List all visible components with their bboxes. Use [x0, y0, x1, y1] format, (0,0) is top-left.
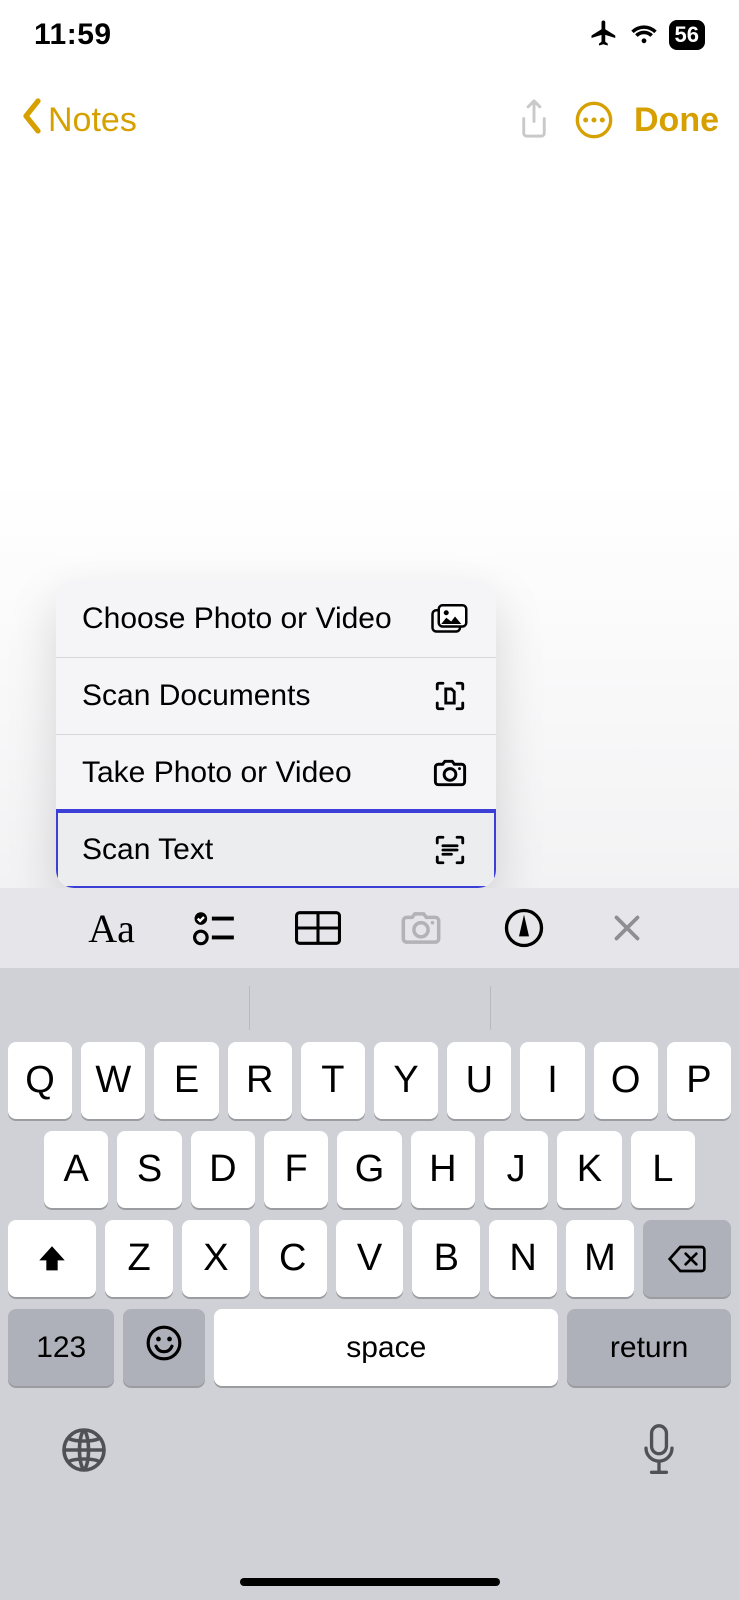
key-u[interactable]: U	[447, 1042, 511, 1119]
done-button[interactable]: Done	[634, 101, 719, 140]
home-indicator[interactable]	[240, 1578, 500, 1586]
key-t[interactable]: T	[301, 1042, 365, 1119]
key-v[interactable]: V	[336, 1220, 404, 1297]
globe-icon	[60, 1426, 108, 1474]
key-n[interactable]: N	[489, 1220, 557, 1297]
nav-bar: Notes Done	[0, 85, 739, 155]
menu-item-label: Scan Documents	[82, 679, 310, 713]
checklist-button[interactable]	[185, 908, 245, 948]
key-shift[interactable]	[8, 1220, 96, 1297]
more-button[interactable]	[564, 100, 624, 140]
wifi-icon	[629, 21, 659, 50]
emoji-icon	[145, 1324, 183, 1372]
key-numbers[interactable]: 123	[8, 1309, 114, 1386]
menu-item-choose-photo[interactable]: Choose Photo or Video	[56, 580, 496, 657]
note-format-toolbar: Aa	[0, 888, 739, 968]
key-return[interactable]: return	[567, 1309, 731, 1386]
key-p[interactable]: P	[667, 1042, 731, 1119]
text-format-label: Aa	[88, 905, 135, 952]
photos-icon	[430, 604, 470, 634]
table-button[interactable]	[288, 910, 348, 946]
camera-toolbar-button[interactable]	[391, 910, 451, 946]
menu-item-label: Scan Text	[82, 833, 213, 867]
key-d[interactable]: D	[191, 1131, 255, 1208]
key-b[interactable]: B	[412, 1220, 480, 1297]
chevron-left-icon	[20, 98, 44, 143]
menu-item-take-photo[interactable]: Take Photo or Video	[56, 734, 496, 811]
mic-icon	[639, 1424, 679, 1476]
key-e[interactable]: E	[154, 1042, 218, 1119]
key-s[interactable]: S	[117, 1131, 181, 1208]
key-z[interactable]: Z	[105, 1220, 173, 1297]
back-button[interactable]: Notes	[20, 98, 137, 143]
globe-button[interactable]	[60, 1426, 108, 1479]
menu-item-scan-documents[interactable]: Scan Documents	[56, 657, 496, 734]
key-g[interactable]: G	[337, 1131, 401, 1208]
share-button[interactable]	[504, 98, 564, 142]
key-m[interactable]: M	[566, 1220, 634, 1297]
keyboard: Q W E R T Y U I O P A S D F G H J K L Z	[0, 968, 739, 1600]
suggestion-divider	[249, 986, 250, 1030]
key-i[interactable]: I	[520, 1042, 584, 1119]
key-a[interactable]: A	[44, 1131, 108, 1208]
key-row-2: A S D F G H J K L	[0, 1125, 739, 1214]
status-bar: 11:59 56	[0, 0, 739, 70]
key-f[interactable]: F	[264, 1131, 328, 1208]
status-time: 11:59	[34, 18, 112, 52]
key-emoji[interactable]	[123, 1309, 205, 1386]
key-row-1: Q W E R T Y U I O P	[0, 1036, 739, 1125]
battery-indicator: 56	[669, 20, 705, 50]
key-w[interactable]: W	[81, 1042, 145, 1119]
text-format-button[interactable]: Aa	[82, 905, 142, 952]
menu-item-label: Choose Photo or Video	[82, 602, 392, 636]
key-h[interactable]: H	[411, 1131, 475, 1208]
dictation-button[interactable]	[639, 1424, 679, 1481]
key-backspace[interactable]	[643, 1220, 731, 1297]
backspace-icon	[667, 1244, 707, 1274]
key-y[interactable]: Y	[374, 1042, 438, 1119]
menu-item-label: Take Photo or Video	[82, 756, 352, 790]
key-r[interactable]: R	[228, 1042, 292, 1119]
suggestion-divider	[490, 986, 491, 1030]
suggestion-bar	[0, 980, 739, 1036]
menu-item-scan-text[interactable]: Scan Text	[56, 811, 496, 888]
key-l[interactable]: L	[631, 1131, 695, 1208]
key-o[interactable]: O	[594, 1042, 658, 1119]
attachment-menu: Choose Photo or Video Scan Documents Tak…	[56, 580, 496, 888]
key-row-4: 123 space return	[0, 1303, 739, 1392]
key-row-3: Z X C V B N M	[0, 1214, 739, 1303]
key-space[interactable]: space	[214, 1309, 558, 1386]
key-k[interactable]: K	[557, 1131, 621, 1208]
key-x[interactable]: X	[182, 1220, 250, 1297]
camera-icon	[430, 758, 470, 788]
scan-doc-icon	[430, 679, 470, 713]
airplane-mode-icon	[589, 18, 619, 53]
key-c[interactable]: C	[259, 1220, 327, 1297]
key-q[interactable]: Q	[8, 1042, 72, 1119]
back-label: Notes	[48, 101, 137, 140]
shift-icon	[35, 1242, 69, 1276]
keyboard-bottom-row	[0, 1392, 739, 1492]
close-toolbar-button[interactable]	[597, 910, 657, 946]
scan-text-icon	[430, 833, 470, 867]
key-j[interactable]: J	[484, 1131, 548, 1208]
status-indicators: 56	[589, 18, 705, 53]
markup-button[interactable]	[494, 908, 554, 948]
